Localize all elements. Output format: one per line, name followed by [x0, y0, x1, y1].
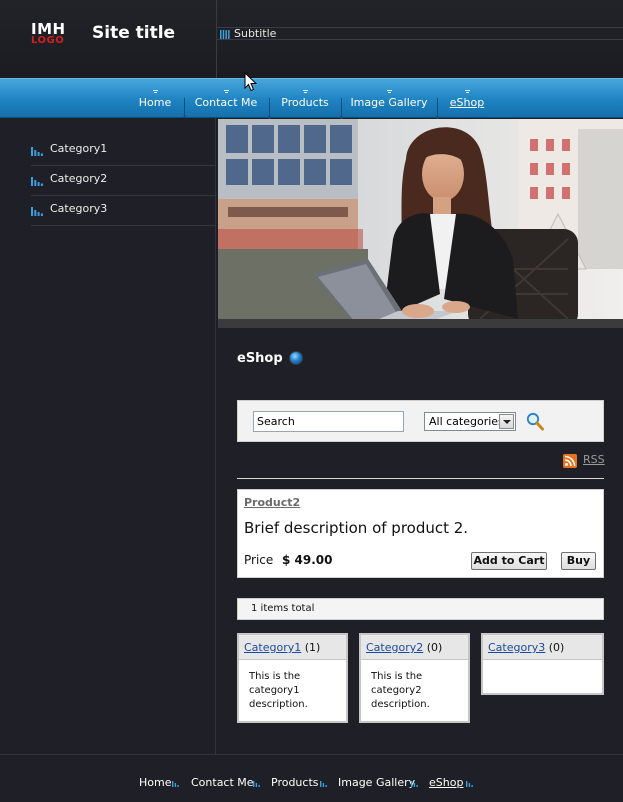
site-header: IMH LOGO Site title Subtitle — [0, 0, 623, 78]
nav-marker-icon — [387, 90, 392, 93]
category-select[interactable]: All categories — [424, 412, 516, 431]
category-box-header: Category3 (0) — [483, 635, 602, 660]
footer-link-eshop[interactable]: eShop — [429, 776, 463, 789]
bar-chart-icon — [320, 781, 327, 787]
sidebar-item-category3[interactable]: Category3 — [31, 196, 216, 226]
bar-chart-icon — [411, 781, 418, 787]
chevron-down-icon[interactable] — [499, 414, 514, 429]
blue-orb-icon — [289, 351, 303, 365]
mouse-cursor-icon — [244, 72, 258, 92]
price-label: Price — [244, 553, 274, 567]
category-count: (1) — [304, 641, 321, 654]
category-box-header: Category1 (1) — [239, 635, 346, 660]
sidebar-item-label: Category3 — [50, 202, 108, 215]
bar-chart-icon — [31, 177, 43, 186]
nav-marker-icon — [153, 90, 158, 93]
add-to-cart-button[interactable]: Add to Cart — [471, 552, 547, 570]
nav-item-eshop[interactable]: eShop — [446, 79, 488, 117]
category-box: Category3 (0) — [481, 633, 604, 695]
search-panel: All categories — [237, 400, 604, 442]
sidebar-item-label: Category1 — [50, 142, 108, 155]
site-footer: Home Contact Me Products Image Gallery e… — [0, 754, 623, 802]
site-subtitle: Subtitle — [234, 27, 277, 40]
bar-chart-icon — [220, 30, 230, 39]
main-content: eShop All categories RSS Product2 Brief … — [217, 328, 623, 754]
product-name-link[interactable]: Product2 — [244, 496, 300, 509]
category-link[interactable]: Category1 — [244, 641, 301, 654]
nav-separator — [183, 98, 186, 119]
header-photo — [218, 119, 623, 328]
price-value: $ 49.00 — [282, 553, 333, 567]
nav-item-label: eShop — [449, 96, 485, 109]
sidebar-item-category2[interactable]: Category2 — [31, 166, 216, 196]
nav-separator — [436, 98, 439, 119]
sidebar-item-category1[interactable]: Category1 — [31, 136, 216, 166]
category-select-value: All categories — [429, 415, 504, 428]
category-description: This is the category2 description. — [371, 671, 430, 710]
category-description: This is the category1 description. — [249, 671, 308, 710]
nav-separator — [340, 98, 343, 119]
footer-link-image-gallery[interactable]: Image Gallery — [338, 776, 415, 789]
search-icon[interactable] — [526, 412, 544, 431]
category-count: (0) — [426, 641, 443, 654]
bar-chart-icon — [31, 147, 43, 156]
bar-chart-icon — [31, 207, 43, 216]
category-box: Category2 (0) This is the category2 desc… — [359, 633, 470, 723]
page-title: eShop — [237, 351, 283, 366]
sidebar-item-label: Category2 — [50, 172, 108, 185]
logo-text-top: IMH — [31, 20, 66, 38]
rss-link[interactable]: RSS — [563, 453, 605, 469]
search-input[interactable] — [253, 411, 404, 432]
nav-item-home[interactable]: Home — [132, 79, 178, 117]
nav-item-image-gallery[interactable]: Image Gallery — [350, 79, 428, 117]
category-link[interactable]: Category3 — [488, 641, 545, 654]
category-description — [483, 660, 602, 670]
nav-item-label: Contact Me — [194, 96, 258, 109]
rss-label[interactable]: RSS — [583, 453, 605, 466]
category-count: (0) — [548, 641, 565, 654]
items-total-text: 1 items total — [251, 603, 315, 614]
bar-chart-icon — [253, 781, 260, 787]
items-total-bar: 1 items total — [237, 598, 604, 620]
bar-chart-icon — [466, 781, 473, 787]
nav-item-label: Home — [138, 96, 172, 109]
nav-separator — [268, 98, 271, 119]
product-description: Brief description of product 2. — [244, 519, 469, 537]
nav-marker-icon — [224, 90, 229, 93]
footer-link-contact-me[interactable]: Contact Me — [191, 776, 254, 789]
nav-item-label: Image Gallery — [350, 96, 428, 109]
site-title[interactable]: Site title — [92, 23, 175, 43]
footer-link-home[interactable]: Home — [139, 776, 171, 789]
rss-feed-icon — [563, 454, 577, 468]
sidebar: Category1 Category2 Category3 — [0, 118, 216, 754]
category-link[interactable]: Category2 — [366, 641, 423, 654]
footer-link-products[interactable]: Products — [271, 776, 319, 789]
product-card: Product2 Brief description of product 2.… — [237, 489, 604, 578]
category-box-header: Category2 (0) — [361, 635, 468, 660]
site-logo[interactable]: IMH LOGO — [31, 22, 71, 48]
buy-button[interactable]: Buy — [561, 552, 596, 570]
divider — [237, 478, 604, 479]
nav-item-label: Products — [281, 96, 329, 109]
category-box: Category1 (1) This is the category1 desc… — [237, 633, 348, 723]
woman-with-laptop-photo — [218, 119, 623, 328]
nav-marker-icon — [303, 90, 308, 93]
main-navigation: Home Contact Me Products Image Gallery e… — [0, 78, 623, 119]
subtitle-row: Subtitle — [217, 27, 623, 40]
nav-marker-icon — [465, 90, 470, 93]
nav-item-products[interactable]: Products — [278, 79, 332, 117]
bar-chart-icon — [172, 781, 179, 787]
